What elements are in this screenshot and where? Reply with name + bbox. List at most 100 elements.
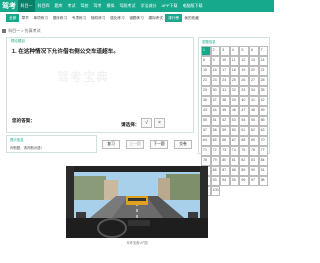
question-number-cell[interactable]: 14	[258, 56, 269, 66]
question-number-cell[interactable]: 76	[248, 146, 259, 156]
question-number-cell[interactable]: 74	[229, 146, 240, 156]
question-number-cell[interactable]: 89	[239, 166, 249, 176]
nav-item[interactable]: 模拟	[104, 0, 117, 12]
question-number-cell[interactable]: 75	[239, 146, 249, 156]
question-number-cell[interactable]: 34	[248, 86, 259, 96]
question-number-cell[interactable]: 49	[258, 106, 269, 116]
question-number-cell[interactable]: 46	[229, 106, 240, 116]
question-number-cell[interactable]: 53	[229, 116, 240, 126]
question-number-cell[interactable]: 33	[239, 86, 249, 96]
subnav-item[interactable]: 单项练习	[31, 13, 50, 23]
question-number-cell[interactable]: 20	[248, 66, 259, 76]
question-number-cell[interactable]: 45	[220, 106, 230, 116]
question-number-cell[interactable]: 81	[229, 156, 240, 166]
nav-item[interactable]: 驾校	[78, 0, 91, 12]
subnav-item[interactable]: 顺序练习	[50, 13, 69, 23]
question-number-cell[interactable]: 30	[210, 86, 221, 96]
nav-item[interactable]: 科目一	[18, 0, 35, 12]
question-number-cell[interactable]: 82	[239, 156, 249, 166]
question-number-cell[interactable]: 65	[210, 136, 221, 146]
question-number-cell[interactable]: 27	[248, 76, 259, 86]
question-number-cell[interactable]: 55	[248, 116, 259, 126]
question-number-cell[interactable]: 94	[220, 176, 230, 186]
question-number-cell[interactable]: 88	[229, 166, 240, 176]
site-logo[interactable]: 驾考	[0, 1, 18, 11]
question-number-cell[interactable]: 72	[210, 146, 221, 156]
question-number-cell[interactable]: 67	[229, 136, 240, 146]
subnav-item[interactable]: 章节	[19, 13, 31, 23]
question-number-cell[interactable]: 90	[248, 166, 259, 176]
question-number-cell[interactable]: 100	[210, 186, 221, 196]
question-number-cell[interactable]: 56	[258, 116, 269, 126]
nav-item[interactable]: 科目四	[35, 0, 52, 12]
subnav-item[interactable]: 全部	[6, 14, 20, 22]
question-number-cell[interactable]: 60	[229, 126, 240, 136]
question-number-cell[interactable]: 17	[220, 66, 230, 76]
question-number-cell[interactable]: 96	[239, 176, 249, 186]
question-number-cell[interactable]: 16	[210, 66, 221, 76]
question-number-cell[interactable]: 22	[201, 76, 211, 86]
question-number-cell[interactable]: 68	[239, 136, 249, 146]
subnav-item[interactable]: 专项练习	[69, 13, 88, 23]
question-number-cell[interactable]: 10	[220, 56, 230, 66]
question-number-cell[interactable]: 70	[258, 136, 269, 146]
question-number-cell[interactable]: 29	[201, 86, 211, 96]
question-number-cell[interactable]: 11	[229, 56, 240, 66]
question-number-cell[interactable]: 83	[248, 156, 259, 166]
question-number-cell[interactable]: 69	[248, 136, 259, 146]
question-number-cell[interactable]: 86	[210, 166, 221, 176]
question-number-cell[interactable]: 66	[220, 136, 230, 146]
nav-item[interactable]: 电脑版下载	[180, 0, 205, 12]
question-number-cell[interactable]: 2	[210, 46, 221, 56]
question-number-cell[interactable]: 12	[239, 56, 249, 66]
submit-exam-button[interactable]: 交卷	[174, 140, 192, 149]
question-number-cell[interactable]: 52	[220, 116, 230, 126]
question-number-cell[interactable]: 48	[248, 106, 259, 116]
home-icon[interactable]	[2, 28, 6, 33]
question-number-cell[interactable]: 39	[229, 96, 240, 106]
subnav-item[interactable]: 随机练习	[89, 13, 108, 23]
question-number-cell[interactable]: 9	[210, 56, 221, 66]
question-number-cell[interactable]: 43	[201, 106, 211, 116]
question-number-cell[interactable]: 4	[229, 46, 240, 56]
question-number-cell[interactable]: 97	[248, 176, 259, 186]
next-question-button[interactable]: 下一题	[150, 140, 168, 149]
question-number-cell[interactable]: 8	[201, 56, 211, 66]
question-number-cell[interactable]: 50	[201, 116, 211, 126]
question-number-cell[interactable]: 44	[210, 106, 221, 116]
question-number-cell[interactable]: 64	[201, 136, 211, 146]
question-number-cell[interactable]: 31	[220, 86, 230, 96]
question-number-cell[interactable]: 80	[220, 156, 230, 166]
nav-item[interactable]: 驾考	[91, 0, 104, 12]
question-number-cell[interactable]: 3	[220, 46, 230, 56]
question-number-cell[interactable]: 32	[229, 86, 240, 96]
question-number-cell[interactable]: 26	[239, 76, 249, 86]
question-number-cell[interactable]: 71	[201, 146, 211, 156]
question-number-cell[interactable]: 18	[229, 66, 240, 76]
option-false-button[interactable]: ×	[154, 118, 165, 128]
question-number-cell[interactable]: 79	[210, 156, 221, 166]
subnav-item[interactable]: 模拟考试	[146, 13, 165, 23]
question-number-cell[interactable]: 57	[201, 126, 211, 136]
question-number-cell[interactable]: 38	[220, 96, 230, 106]
subnav-item[interactable]: 强化练习	[108, 13, 127, 23]
question-number-cell[interactable]: 36	[201, 96, 211, 106]
nav-item[interactable]: APP下载	[159, 0, 180, 12]
question-number-cell[interactable]: 84	[258, 156, 269, 166]
question-number-cell[interactable]: 61	[239, 126, 249, 136]
nav-item[interactable]: 考试	[65, 0, 78, 12]
question-number-cell[interactable]: 58	[210, 126, 221, 136]
question-number-cell[interactable]: 21	[258, 66, 269, 76]
question-number-cell[interactable]: 87	[220, 166, 230, 176]
question-number-cell[interactable]: 54	[239, 116, 249, 126]
question-number-cell[interactable]: 5	[239, 46, 249, 56]
question-number-cell[interactable]: 59	[220, 126, 230, 136]
question-number-cell[interactable]: 51	[210, 116, 221, 126]
nav-item[interactable]: 驾照考试	[117, 0, 138, 12]
subnav-item[interactable]: 我的收藏	[182, 13, 201, 23]
question-number-cell[interactable]: 37	[210, 96, 221, 106]
question-number-cell[interactable]: 1	[201, 46, 211, 56]
question-number-cell[interactable]: 62	[248, 126, 259, 136]
question-number-cell[interactable]: 47	[239, 106, 249, 116]
question-number-cell[interactable]: 77	[258, 146, 269, 156]
